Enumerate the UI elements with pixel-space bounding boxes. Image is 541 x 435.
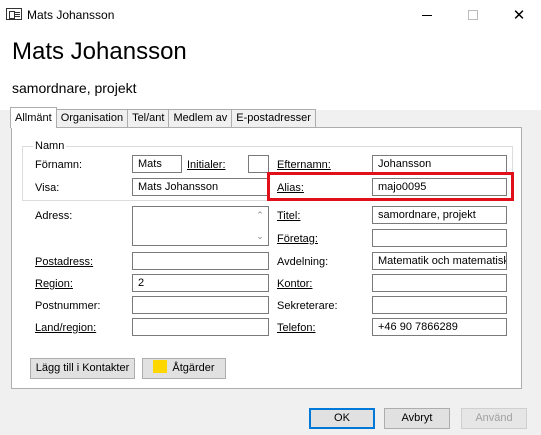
office-label: Kontor: bbox=[277, 278, 313, 290]
initials-field[interactable] bbox=[248, 155, 269, 173]
phone-field[interactable]: +46 90 7866289 bbox=[372, 318, 507, 336]
last-name-label: Efternamn: bbox=[277, 159, 331, 171]
name-group-legend: Namn bbox=[33, 140, 67, 152]
tab-e-postadresser[interactable]: E-postadresser bbox=[231, 109, 316, 128]
tab-allmant[interactable]: Allmänt bbox=[10, 107, 57, 128]
contact-name-heading: Mats Johansson bbox=[12, 38, 187, 65]
address-label: Adress: bbox=[35, 210, 73, 222]
title-label: Titel: bbox=[277, 210, 301, 222]
window-title: Mats Johansson bbox=[27, 8, 115, 22]
actions-button[interactable]: Åtgärder bbox=[142, 358, 226, 379]
address-field[interactable]: ⌃ ⌄ bbox=[132, 206, 269, 246]
scroll-up-icon[interactable]: ⌃ bbox=[256, 211, 264, 220]
actions-label: Åtgärder bbox=[172, 362, 215, 374]
contact-header: Mats Johansson samordnare, projekt bbox=[0, 30, 541, 110]
phone-label: Telefon: bbox=[277, 322, 316, 334]
postal-code-label: Postnummer: bbox=[35, 300, 101, 312]
scroll-down-icon[interactable]: ⌄ bbox=[256, 232, 264, 241]
initials-label: Initialer: bbox=[187, 159, 226, 171]
country-field[interactable] bbox=[132, 318, 269, 336]
actions-icon bbox=[153, 360, 168, 373]
country-label: Land/region: bbox=[35, 322, 97, 334]
assistant-label: Sekreterare: bbox=[277, 300, 338, 312]
office-field[interactable] bbox=[372, 274, 507, 292]
first-name-field[interactable]: Mats bbox=[132, 155, 182, 173]
minimize-icon bbox=[422, 14, 432, 16]
company-label: Företag: bbox=[277, 233, 318, 245]
tab-strip: Allmänt Organisation Tel/ant Medlem av E… bbox=[10, 107, 316, 128]
maximize-button bbox=[450, 0, 496, 30]
display-name-field[interactable]: Mats Johansson bbox=[132, 178, 269, 196]
ok-button[interactable]: OK bbox=[309, 408, 375, 429]
contact-subtitle: samordnare, projekt bbox=[12, 80, 137, 96]
add-to-contacts-button[interactable]: Lägg till i Kontakter bbox=[30, 358, 135, 379]
minimize-button[interactable] bbox=[404, 0, 450, 30]
maximize-icon bbox=[468, 10, 478, 20]
close-icon: ✕ bbox=[512, 7, 526, 24]
region-field[interactable]: 2 bbox=[132, 274, 269, 292]
region-label: Region: bbox=[35, 278, 73, 290]
first-name-label: Förnamn: bbox=[35, 159, 83, 171]
cancel-button[interactable]: Avbryt bbox=[384, 408, 450, 429]
title-field[interactable]: samordnare, projekt bbox=[372, 206, 507, 224]
department-label: Avdelning: bbox=[277, 256, 329, 268]
department-field[interactable]: Matematik och matematisk bbox=[372, 252, 507, 270]
alias-highlight-box bbox=[267, 172, 514, 201]
company-field[interactable] bbox=[372, 229, 507, 247]
title-bar: Mats Johansson ✕ bbox=[0, 0, 541, 30]
tab-organisation[interactable]: Organisation bbox=[55, 109, 129, 128]
last-name-field[interactable]: Johansson bbox=[372, 155, 507, 173]
address-card-icon bbox=[6, 8, 22, 20]
close-button[interactable]: ✕ bbox=[496, 0, 541, 30]
tab-tel-ant[interactable]: Tel/ant bbox=[127, 109, 170, 128]
add-to-contacts-label: Lägg till i Kontakter bbox=[35, 362, 130, 374]
tab-medlem-av[interactable]: Medlem av bbox=[168, 109, 233, 128]
assistant-field[interactable] bbox=[372, 296, 507, 314]
address-scrollbar[interactable]: ⌃ ⌄ bbox=[252, 207, 268, 245]
display-name-label: Visa: bbox=[35, 182, 60, 194]
postal-code-field[interactable] bbox=[132, 296, 269, 314]
postal-address-label: Postadress: bbox=[35, 256, 94, 268]
apply-button: Använd bbox=[461, 408, 527, 429]
postal-address-field[interactable] bbox=[132, 252, 269, 270]
